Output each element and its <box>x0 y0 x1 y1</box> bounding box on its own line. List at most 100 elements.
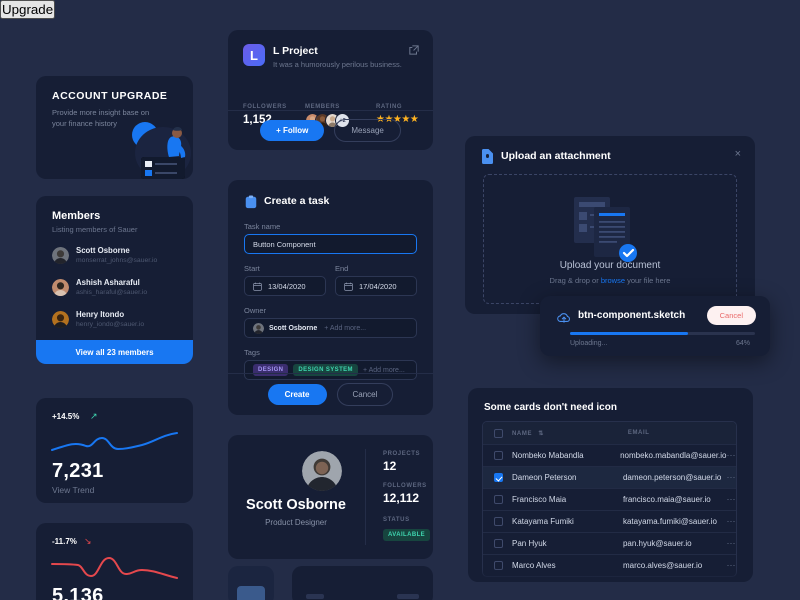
project-logo-icon: L <box>243 44 265 66</box>
status-badge: AVAILABLE <box>383 529 431 541</box>
list-item[interactable]: Henry Itondo henry_iondo@sauer.io <box>52 304 182 334</box>
clipboard-icon <box>245 195 257 209</box>
members-title: Members <box>52 210 101 222</box>
upload-hint: Drag & drop or browse your file here <box>484 276 736 285</box>
end-date-value: 17/04/2020 <box>359 281 397 291</box>
cell-name: Francisco Maia <box>512 495 567 504</box>
upload-status-text: Uploading... <box>570 340 608 347</box>
owner-input[interactable]: Scott Osborne + Add more... <box>244 318 417 338</box>
trend-up-value: 7,231 <box>52 460 104 482</box>
profile-projects-label: PROJECTS <box>383 451 421 457</box>
browse-link[interactable]: browse <box>601 276 625 285</box>
table-row[interactable]: Dameon Peterson dameon.peterson@sauer.io… <box>483 466 736 488</box>
upload-filename: btn-component.sketch <box>578 310 686 321</box>
profile-role: Product Designer <box>265 518 327 527</box>
account-upgrade-title: ACCOUNT UPGRADE <box>52 90 168 102</box>
row-menu-icon[interactable]: ⋯ <box>727 450 737 461</box>
avatar <box>52 246 69 264</box>
cell-name: Nombeko Mabandla <box>512 451 584 460</box>
row-checkbox[interactable] <box>494 495 503 504</box>
table-row[interactable]: Nombeko Mabandla nombeko.mabandla@sauer.… <box>483 444 736 466</box>
profile-followers-stat: FOLLOWERS 12,112 <box>383 483 427 505</box>
create-task-title: Create a task <box>264 195 330 207</box>
end-date-input[interactable]: 17/04/2020 <box>335 276 417 296</box>
project-description: It was a humorously perilous business. <box>273 60 402 69</box>
start-label: Start <box>244 264 260 273</box>
row-checkbox[interactable] <box>494 517 503 526</box>
project-name: L Project <box>273 45 318 57</box>
project-actions: + Follow Message <box>228 110 433 150</box>
members-subtitle: Listing members of Sauer <box>52 225 138 234</box>
create-button[interactable]: Create <box>267 384 327 405</box>
list-item[interactable]: Ashish Asharaful ashis_haraful@sauer.io <box>52 272 182 302</box>
dashboard-canvas: ACCOUNT UPGRADE Provide more insight bas… <box>0 0 800 600</box>
upgrade-button[interactable]: Upgrade <box>0 0 56 19</box>
column-header-email[interactable]: EMAIL <box>628 430 736 436</box>
partial-bar-left <box>306 594 324 599</box>
trend-up-card[interactable]: +14.5% ↗ 7,231 View Trend <box>36 398 193 503</box>
calendar-icon <box>253 282 262 291</box>
view-all-members-button[interactable]: View all 23 members <box>36 340 193 364</box>
partial-card-right <box>292 566 433 600</box>
end-label: End <box>335 264 349 273</box>
trend-up-percent: +14.5% <box>52 412 80 421</box>
row-menu-icon[interactable]: ⋯ <box>727 494 737 505</box>
close-icon[interactable]: × <box>735 149 741 160</box>
upload-dropzone[interactable]: Upload your document Drag & drop or brow… <box>483 174 737 304</box>
trend-down-value: 5,136 <box>52 585 104 600</box>
row-checkbox[interactable] <box>494 473 503 482</box>
trend-down-percent: -11.7% <box>52 537 77 546</box>
divider <box>365 449 366 545</box>
task-name-label: Task name <box>244 222 281 231</box>
trend-up-label[interactable]: View Trend <box>52 485 94 495</box>
avatar <box>253 322 264 334</box>
select-all-checkbox[interactable] <box>494 428 503 438</box>
row-checkbox[interactable] <box>494 451 503 460</box>
start-date-input[interactable]: 13/04/2020 <box>244 276 326 296</box>
row-checkbox[interactable] <box>494 539 503 548</box>
row-menu-icon[interactable]: ⋯ <box>727 516 737 527</box>
profile-projects-stat: PROJECTS 12 <box>383 451 420 473</box>
documents-illustration <box>574 197 637 262</box>
member-name: Ashish Asharaful <box>76 277 140 287</box>
upload-hint-suffix: your file here <box>625 276 671 285</box>
external-link-icon[interactable] <box>409 45 419 55</box>
table-fade-overlay <box>482 568 737 582</box>
upload-cancel-button[interactable]: Cancel <box>706 306 756 325</box>
avatar <box>52 278 69 296</box>
table-row[interactable]: Francisco Maia francisco.maia@sauer.io ⋯ <box>483 488 736 510</box>
create-task-actions: Create Cancel <box>228 373 433 415</box>
member-name: Scott Osborne <box>76 245 130 255</box>
members-card: Members Listing members of Sauer Scott O… <box>36 196 193 364</box>
table-row[interactable]: Katayama Fumiki katayama.fumiki@sauer.io… <box>483 510 736 532</box>
member-name: Henry Itondo <box>76 309 125 319</box>
profile-card: Scott Osborne Product Designer PROJECTS … <box>228 435 433 559</box>
member-email: ashis_haraful@sauer.io <box>76 288 148 296</box>
cell-name: Pan Hyuk <box>512 539 547 548</box>
owner-label: Owner <box>244 306 267 315</box>
partial-thumbnail <box>237 586 265 600</box>
upload-headline: Upload your document <box>559 260 661 271</box>
data-table-card: Some cards don't need icon NAME ⇅ EMAIL … <box>468 388 753 582</box>
list-item[interactable]: Scott Osborne monserrat_johns@sauer.io <box>52 240 182 270</box>
avatar <box>302 451 342 491</box>
upload-progress-fill <box>570 332 689 335</box>
trend-down-card[interactable]: -11.7% ↘ 5,136 View Trend <box>36 523 193 600</box>
avatar <box>52 310 69 328</box>
sort-icon[interactable]: ⇅ <box>538 431 544 437</box>
upload-progress-bar <box>570 332 755 335</box>
table-row[interactable]: Pan Hyuk pan.hyuk@sauer.io ⋯ <box>483 532 736 554</box>
trend-down-arrow-icon: ↘ <box>84 536 92 546</box>
owner-add-more[interactable]: + Add more... <box>324 325 366 332</box>
message-button[interactable]: Message <box>334 119 401 142</box>
column-header-name[interactable]: NAME ⇅ <box>512 430 628 437</box>
row-menu-icon[interactable]: ⋯ <box>727 472 737 483</box>
row-menu-icon[interactable]: ⋯ <box>727 538 737 549</box>
create-task-card: Create a task Task name Button Component… <box>228 180 433 415</box>
follow-button[interactable]: + Follow <box>260 120 325 141</box>
cancel-button[interactable]: Cancel <box>336 383 394 406</box>
tags-label: Tags <box>244 348 260 357</box>
profile-followers-label: FOLLOWERS <box>383 483 427 489</box>
member-email: henry_iondo@sauer.io <box>76 320 145 328</box>
task-name-input[interactable]: Button Component <box>244 234 417 254</box>
